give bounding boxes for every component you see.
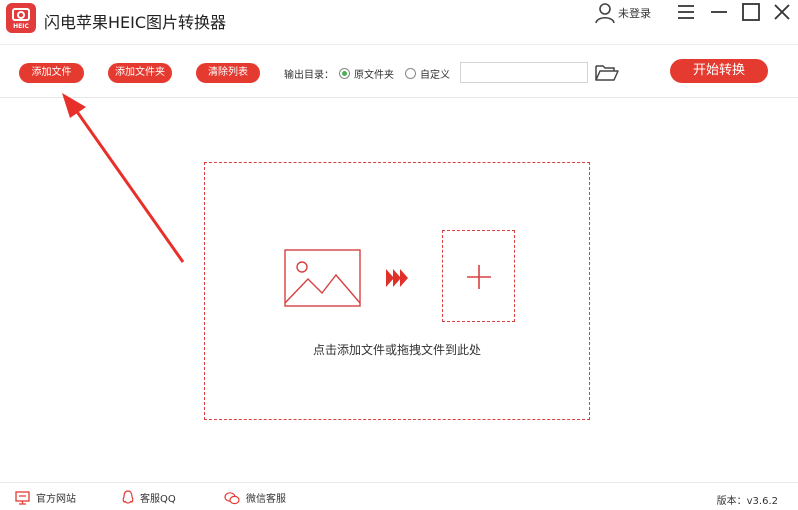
- camera-logo-icon: HEIC: [6, 3, 36, 33]
- triple-chevron-icon: [385, 268, 411, 292]
- wechat-label: 微信客服: [246, 494, 286, 505]
- maximize-button[interactable]: [741, 2, 761, 22]
- close-button[interactable]: [772, 2, 792, 22]
- login-label: 未登录: [618, 7, 651, 20]
- hamburger-icon: [678, 5, 694, 19]
- drop-hint-text: 点击添加文件或拖拽文件到此处: [312, 343, 481, 357]
- output-path-input[interactable]: [460, 62, 588, 83]
- browse-folder-button[interactable]: [594, 63, 620, 83]
- user-icon: [595, 3, 615, 24]
- official-website-link[interactable]: 官方网站: [15, 490, 76, 505]
- radio-original-label: 原文件夹: [354, 70, 394, 81]
- add-file-button[interactable]: 添加文件: [19, 63, 84, 83]
- clear-list-button[interactable]: 清除列表: [196, 63, 260, 83]
- footer-divider: [0, 482, 798, 483]
- add-folder-button[interactable]: 添加文件夹: [108, 63, 172, 83]
- radio-original-folder[interactable]: 原文件夹: [339, 66, 394, 81]
- plus-icon: [467, 265, 491, 289]
- title-divider: [0, 44, 798, 45]
- radio-dot-selected[interactable]: [339, 68, 350, 79]
- minimize-button[interactable]: [709, 2, 729, 22]
- support-qq-link[interactable]: 客服QQ: [122, 490, 176, 505]
- app-title: 闪电苹果HEIC图片转换器: [44, 13, 227, 32]
- login-button[interactable]: 未登录: [594, 2, 651, 24]
- output-dir-label: 输出目录：: [284, 70, 334, 81]
- version-label: 版本：v3.6.2: [716, 496, 778, 507]
- qq-label: 客服QQ: [140, 494, 176, 505]
- add-file-box[interactable]: [442, 230, 515, 322]
- toolbar-divider: [0, 97, 798, 98]
- logo-camera-lens: [17, 11, 25, 19]
- minimize-icon: [711, 11, 727, 13]
- close-icon: [774, 4, 790, 20]
- maximize-icon: [742, 3, 760, 21]
- start-convert-button[interactable]: 开始转换: [670, 59, 768, 83]
- title-bar: HEIC 闪电苹果HEIC图片转换器 未登录: [0, 0, 798, 40]
- radio-custom-label: 自定义: [420, 70, 450, 81]
- radio-dot[interactable]: [405, 68, 416, 79]
- wechat-icon: [224, 491, 240, 504]
- radio-custom-folder[interactable]: 自定义: [405, 66, 450, 81]
- menu-button[interactable]: [676, 2, 696, 22]
- logo-tag: HEIC: [13, 23, 29, 30]
- support-wechat-link[interactable]: 微信客服: [224, 490, 286, 505]
- qq-icon: [122, 490, 134, 504]
- website-label: 官方网站: [36, 494, 76, 505]
- monitor-icon: [15, 490, 30, 505]
- folder-open-icon: [595, 65, 619, 81]
- image-icon: [284, 249, 361, 311]
